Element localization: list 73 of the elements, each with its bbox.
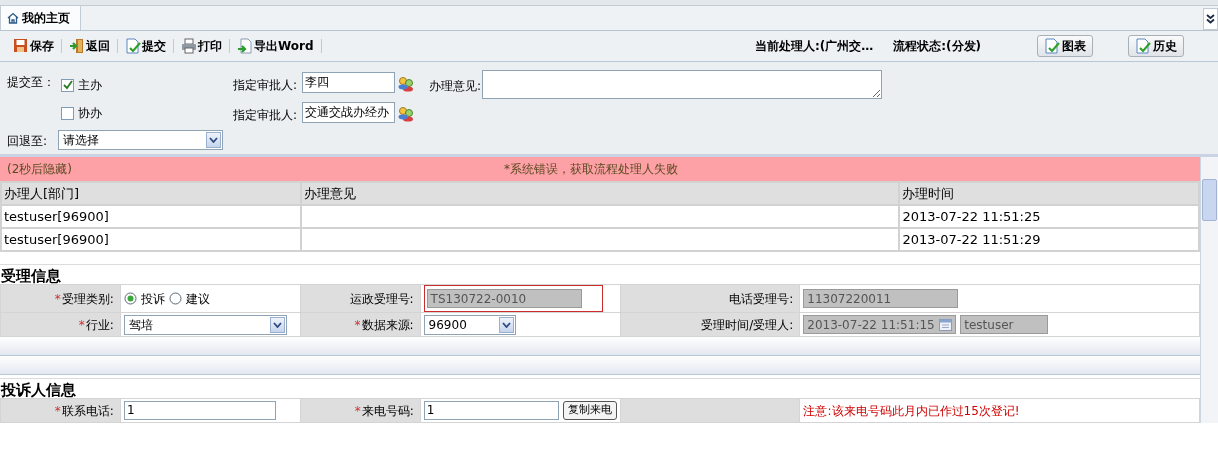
radio-label[interactable]: 建议: [185, 289, 210, 308]
table-cell: 2013-07-22 11:51:25: [899, 205, 1199, 228]
text-field[interactable]: 1: [423, 401, 559, 420]
radio-label[interactable]: 投诉: [140, 289, 165, 308]
field-label: 指定审批人:: [233, 77, 298, 94]
copy-button[interactable]: 复制来电: [562, 401, 617, 420]
printer-icon: [181, 38, 197, 54]
column-header: 办理人[部门]: [1, 182, 301, 205]
toolbar-button[interactable]: 提交: [118, 37, 173, 55]
document-arrow-icon: [237, 38, 253, 54]
toolbar-button[interactable]: 返回: [62, 37, 117, 55]
field-label: 指定审批人:: [233, 107, 298, 124]
opinion-textarea[interactable]: [482, 70, 882, 99]
text-field[interactable]: 李四: [302, 72, 395, 93]
radio-button[interactable]: [123, 292, 137, 305]
column-header: 办理时间: [899, 182, 1199, 205]
readonly-field: testuser: [960, 315, 1049, 334]
field-label: 数据来源:: [361, 317, 414, 332]
toolbar-button[interactable]: 保存: [6, 37, 61, 55]
door-arrow-icon: [69, 38, 85, 54]
required-mark: *: [354, 403, 361, 418]
flow-status-label: 流程状态:(分发): [893, 38, 981, 55]
field-label: 办理意见:: [429, 78, 482, 95]
double-chevron-icon: [1206, 14, 1215, 24]
error-message: *系统错误，获取流程处理人失败: [504, 161, 678, 178]
field-label: 联系电话:: [61, 403, 114, 418]
radio-button[interactable]: [168, 292, 182, 305]
people-icon: [397, 106, 415, 122]
toolbar-button[interactable]: 图表: [1037, 35, 1093, 57]
dropdown-select[interactable]: 96900: [423, 314, 516, 335]
calendar-icon: [939, 318, 953, 331]
required-mark: *: [54, 291, 61, 306]
required-mark: *: [78, 317, 85, 332]
table-cell: testuser[96900]: [1, 228, 301, 251]
field-label: 受理时间/受理人:: [701, 317, 794, 332]
table-cell: 2013-07-22 11:51:29: [899, 228, 1199, 251]
field-label: 行业:: [85, 317, 114, 332]
collapse-button[interactable]: [1203, 8, 1218, 30]
document-check-icon: [125, 38, 141, 54]
warning-note: 注意:该来电号码此月内已作过15次登记!: [803, 403, 1020, 418]
column-header: 办理意见: [300, 182, 900, 205]
field-label: 提交至：: [7, 74, 55, 91]
document-check-icon: [1044, 38, 1060, 54]
field-label: 电话受理号:: [729, 291, 794, 306]
checkbox-label[interactable]: 主办: [78, 76, 102, 94]
required-mark: *: [354, 317, 361, 332]
required-mark: *: [54, 403, 61, 418]
checkbox-label[interactable]: 协办: [78, 104, 102, 122]
field-label: 运政受理号:: [349, 291, 414, 306]
current-handler-label: 当前处理人:(广州交…: [754, 38, 874, 55]
text-field[interactable]: 交通交战办经办: [302, 102, 395, 123]
date-field: 2013-07-22 11:51:15: [803, 315, 957, 334]
field-label: 受理类别:: [61, 291, 114, 306]
table-cell: testuser[96900]: [1, 205, 301, 228]
checkbox[interactable]: [61, 106, 74, 120]
toolbar-button[interactable]: 历史: [1128, 35, 1184, 57]
field-label: 来电号码:: [361, 403, 414, 418]
toolbar-button[interactable]: 导出Word: [230, 37, 321, 55]
checkmark-icon: [62, 80, 73, 90]
readonly-field: 11307220011: [803, 289, 959, 308]
document-check-icon: [1135, 38, 1151, 54]
home-icon: [7, 12, 19, 24]
toolbar-button[interactable]: 打印: [174, 37, 229, 55]
scrollbar[interactable]: [1200, 157, 1218, 423]
checkbox[interactable]: [61, 78, 74, 92]
field-label: 回退至:: [7, 133, 48, 150]
text-field[interactable]: 1: [123, 401, 276, 420]
people-icon: [397, 76, 415, 92]
readonly-field: TS130722-0010: [426, 289, 582, 308]
home-tab[interactable]: 我的主页: [0, 5, 81, 30]
auto-hide-hint: (2秒后隐藏): [7, 161, 72, 178]
dropdown-select[interactable]: 驾培: [123, 314, 287, 335]
return-select[interactable]: 请选择: [58, 130, 223, 150]
